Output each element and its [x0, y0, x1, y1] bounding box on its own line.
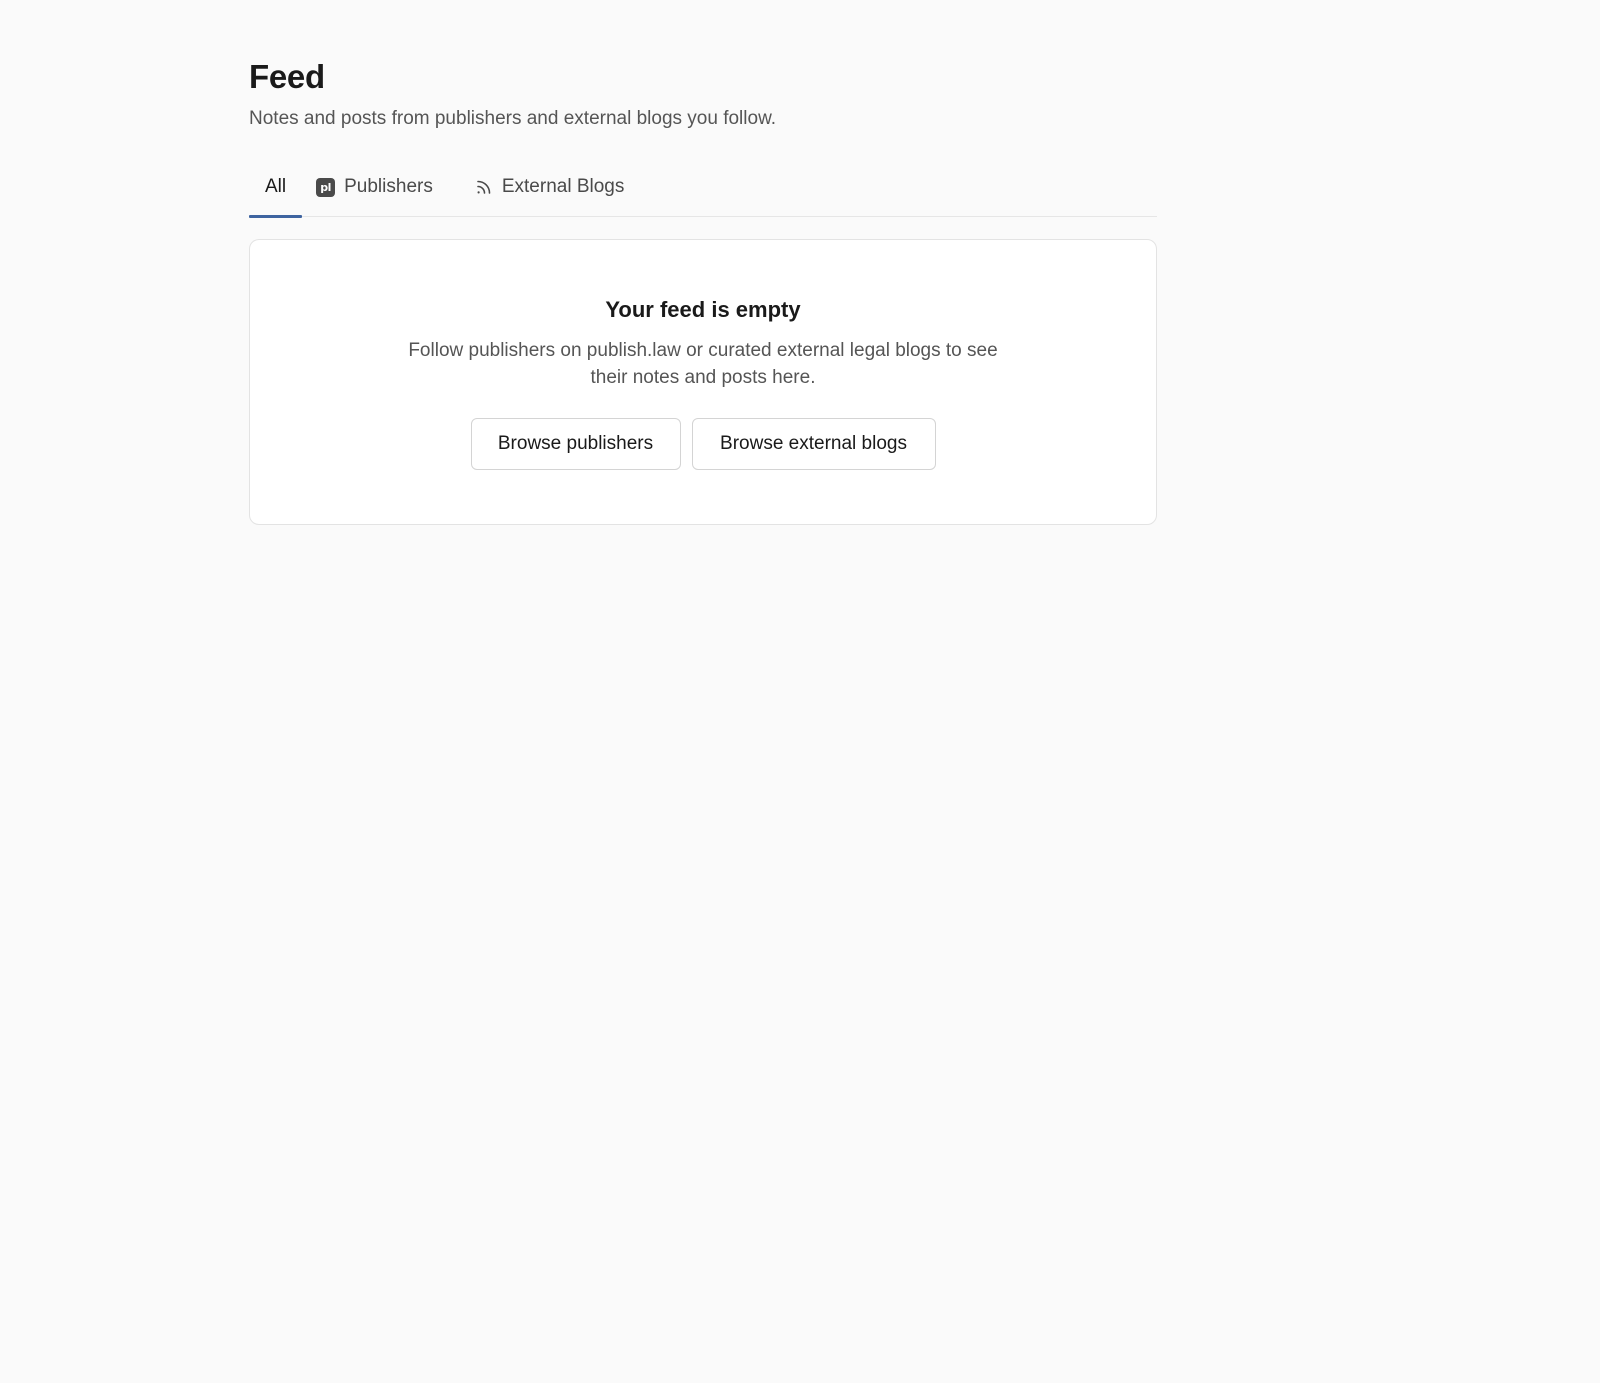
page-title: Feed [249, 58, 325, 95]
publish-law-logo-icon: pl [316, 177, 336, 197]
browse-publishers-button[interactable]: Browse publishers [470, 418, 681, 470]
empty-state-title: Your feed is empty [605, 297, 801, 322]
tab-external-blogs[interactable]: External Blogs [459, 161, 641, 217]
empty-feed-card: Your feed is empty Follow publishers on … [249, 239, 1157, 525]
tab-all-label: All [265, 176, 287, 197]
rss-icon [475, 178, 493, 196]
empty-state-description: Follow publishers on publish.law or cura… [408, 340, 998, 388]
tab-publishers-label: Publishers [344, 176, 433, 197]
tab-publishers[interactable]: pl Publishers [308, 161, 449, 217]
browse-external-blogs-button[interactable]: Browse external blogs [691, 418, 936, 470]
feed-page: Feed Notes and posts from publishers and… [249, 58, 1157, 525]
feed-tabs: All pl Publishers External Blogs [249, 161, 1157, 218]
page-subtitle: Notes and posts from publishers and exte… [249, 108, 777, 129]
tab-all[interactable]: All [249, 161, 303, 218]
tab-external-blogs-label: External Blogs [501, 176, 625, 197]
empty-state-actions: Browse publishers Browse external blogs [470, 418, 936, 470]
